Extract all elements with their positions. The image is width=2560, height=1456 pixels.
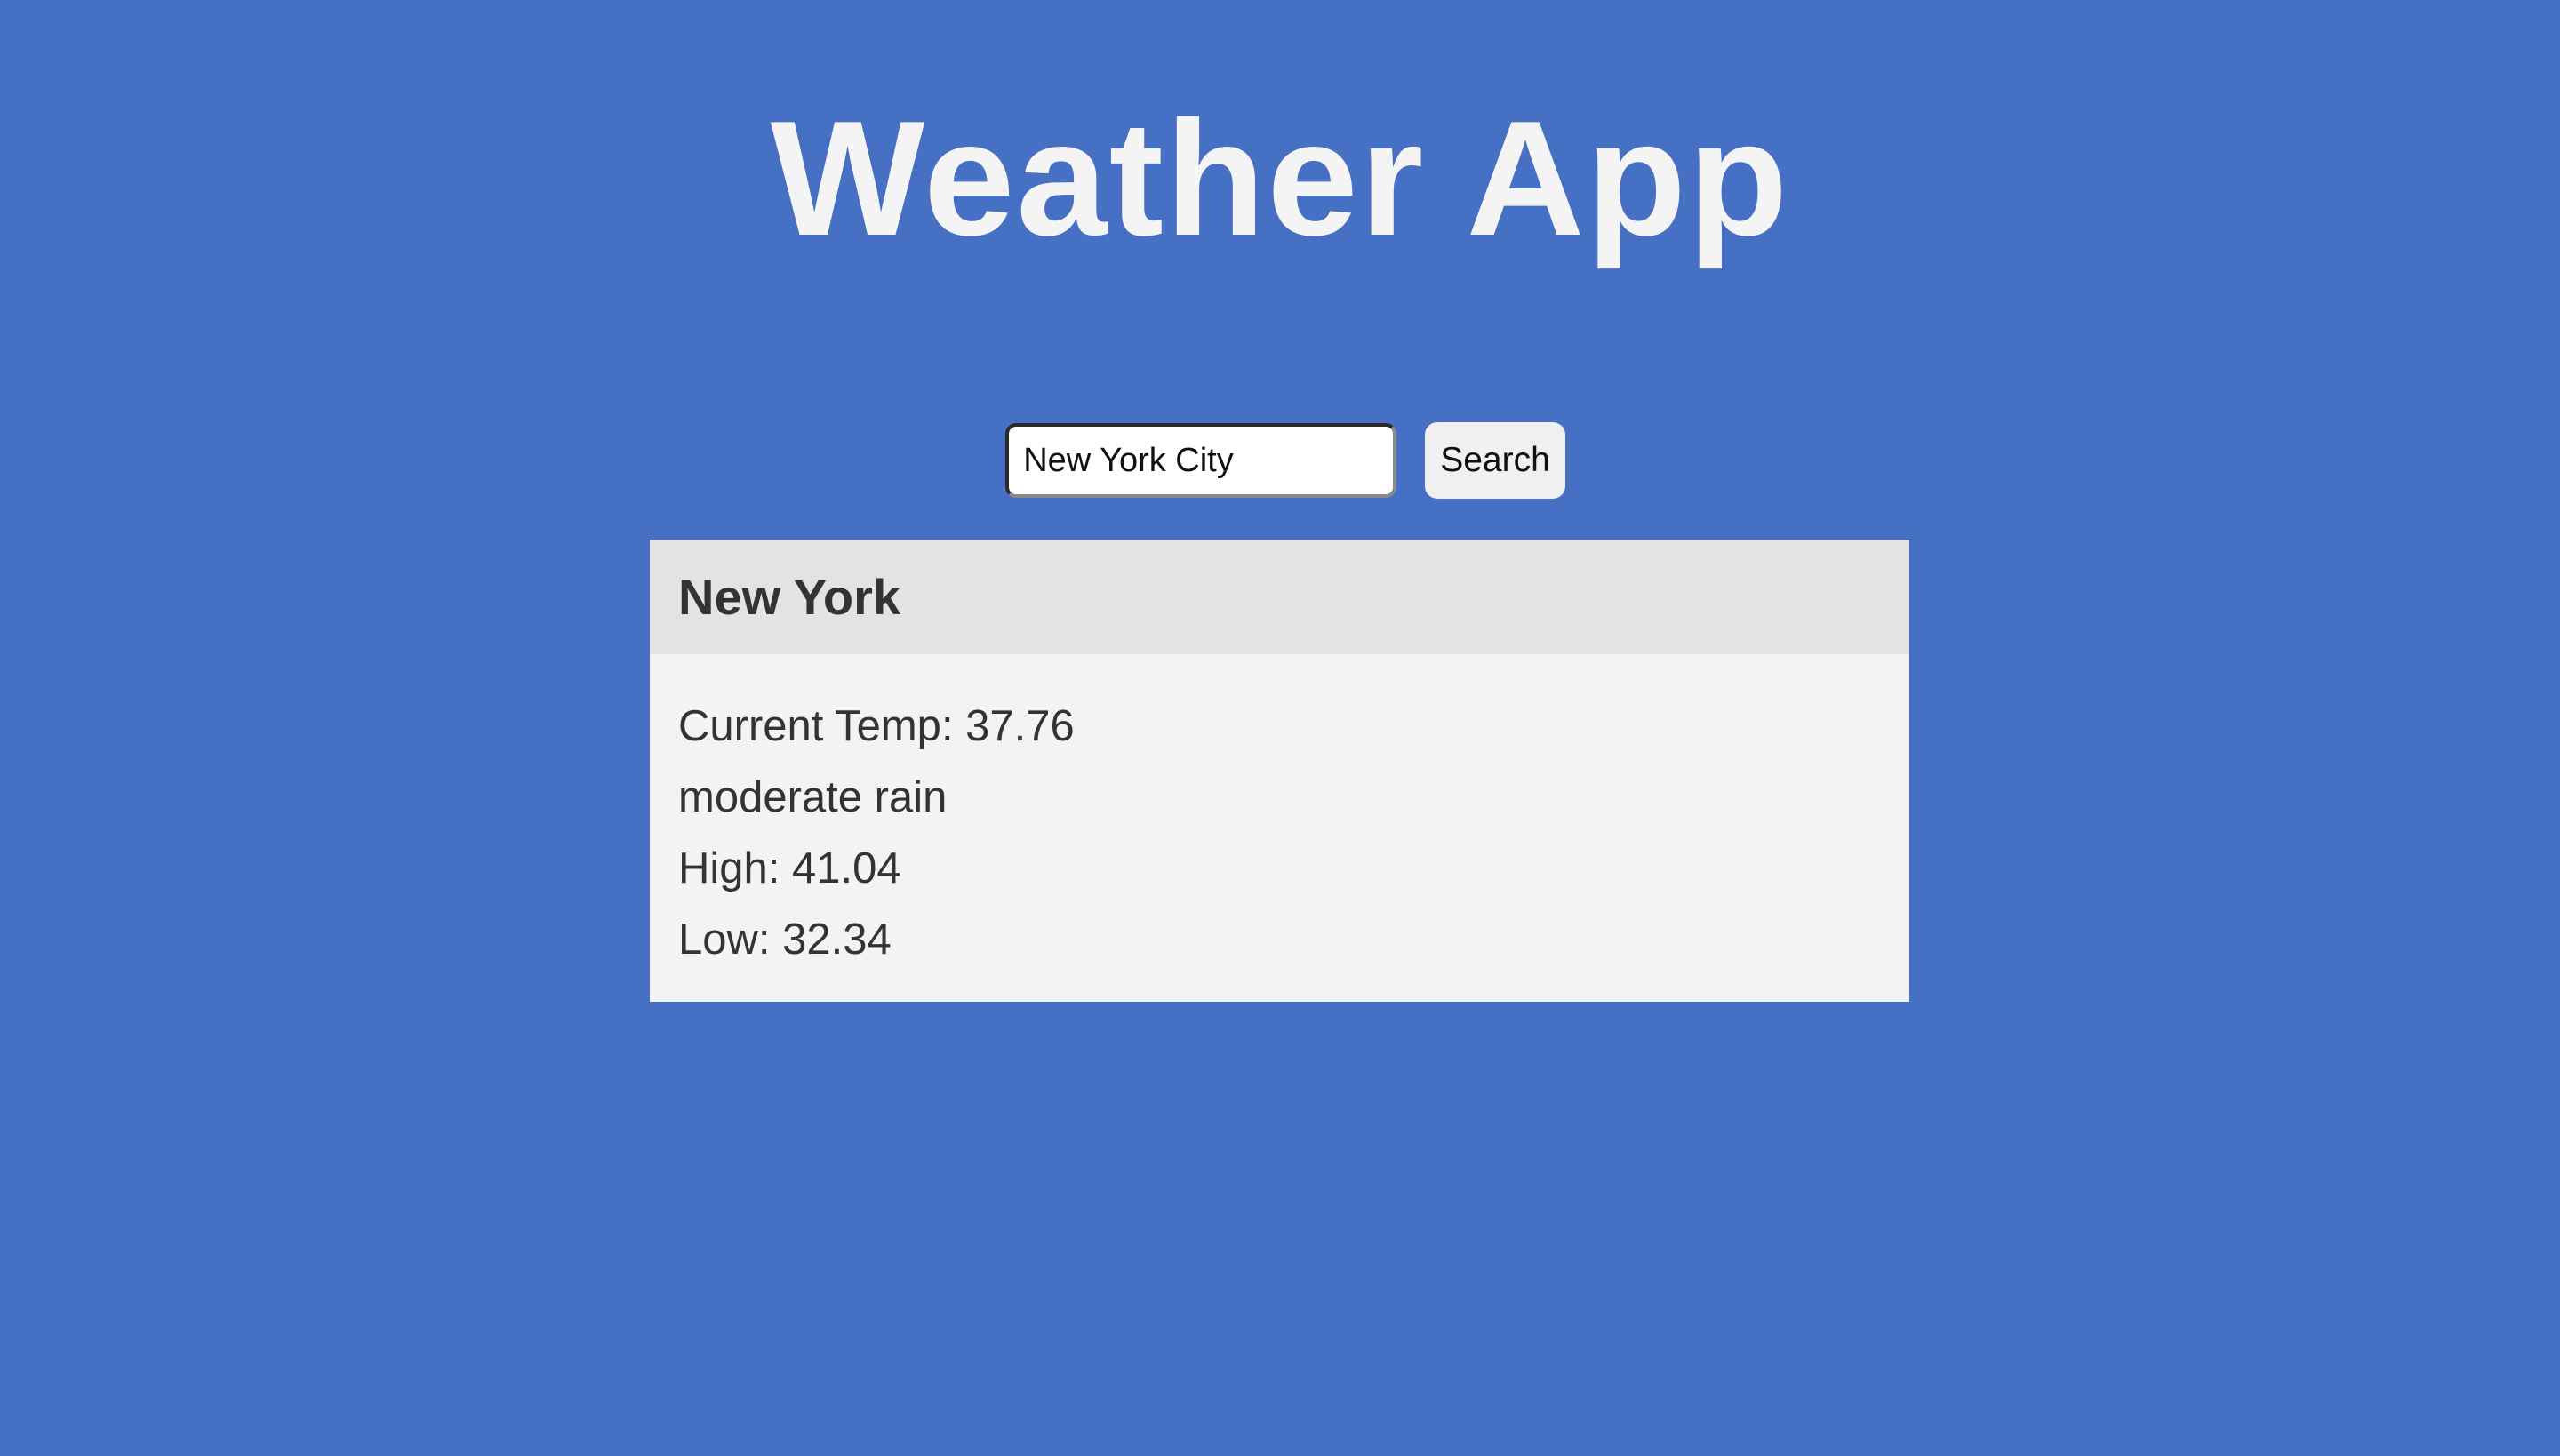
app-title: Weather App bbox=[770, 86, 1790, 269]
search-bar: Search bbox=[0, 422, 2560, 499]
high-temp: High: 41.04 bbox=[678, 844, 901, 892]
weather-description: moderate rain bbox=[678, 773, 948, 821]
city-name: New York bbox=[678, 569, 901, 625]
low-temp: Low: 32.34 bbox=[678, 916, 892, 964]
weather-card: New York Current Temp: 37.76 moderate ra… bbox=[650, 540, 1909, 1002]
weather-card-header: New York bbox=[650, 540, 1909, 654]
weather-card-body: Current Temp: 37.76 moderate rain High: … bbox=[650, 654, 1909, 1002]
current-temp: Current Temp: 37.76 bbox=[678, 702, 1075, 750]
search-button[interactable]: Search bbox=[1425, 422, 1565, 499]
city-search-input[interactable] bbox=[1005, 423, 1397, 498]
